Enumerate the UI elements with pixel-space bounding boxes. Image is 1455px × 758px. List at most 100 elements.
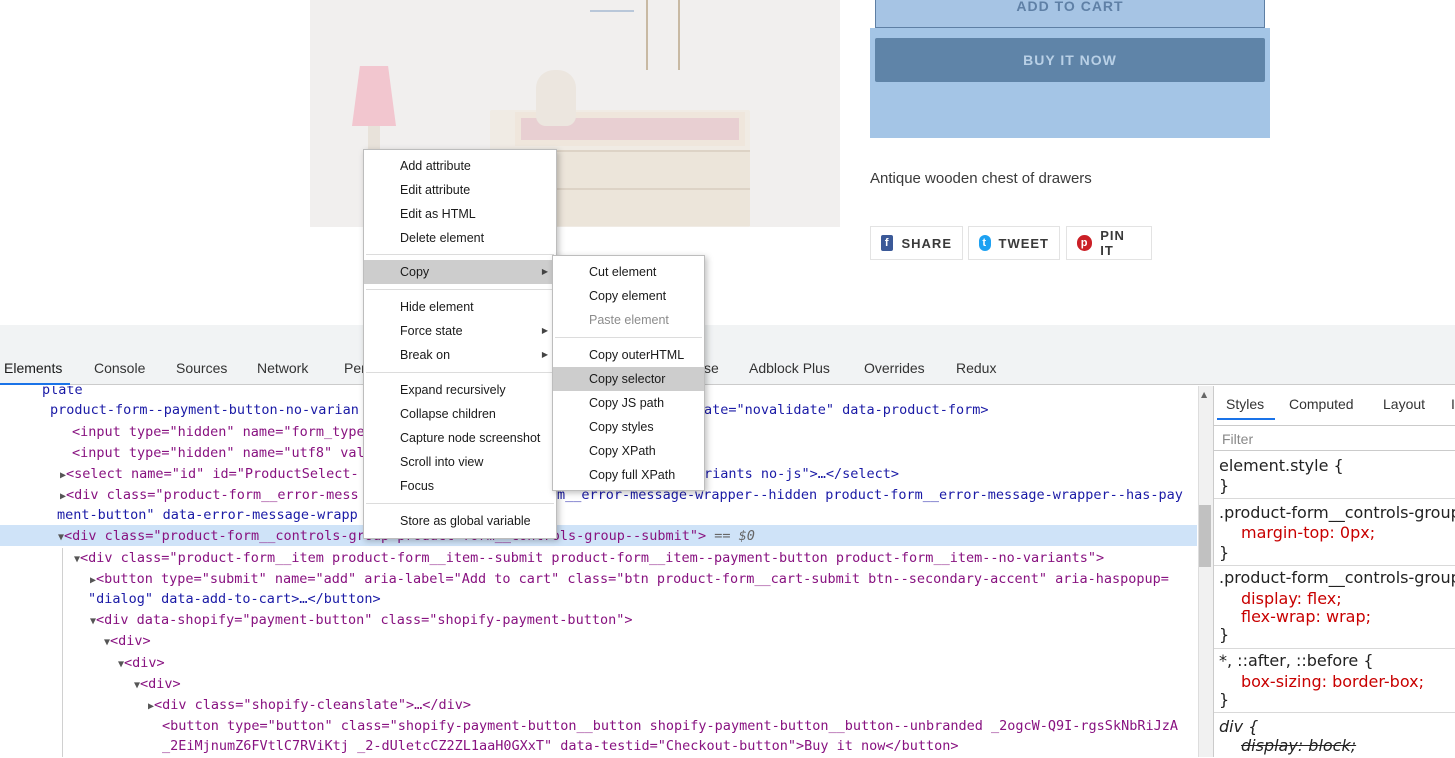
style-property[interactable]: box-sizing: border-box; — [1241, 672, 1424, 692]
dom-line[interactable]: plate — [42, 386, 83, 400]
style-property[interactable]: margin-top: 0px; — [1241, 523, 1375, 543]
dom-line[interactable]: ate="novalidate" data-product-form> — [704, 400, 988, 420]
menu-item-copy-full-xpath[interactable]: Copy full XPath — [553, 463, 704, 487]
menu-item-cut-element[interactable]: Cut element — [553, 260, 704, 284]
dom-line[interactable]: ▶<button type="submit" name="add" aria-l… — [90, 569, 1169, 591]
dom-line[interactable]: riants no-js">…</select> — [704, 464, 899, 484]
menu-item-hide-element[interactable]: Hide element — [364, 295, 556, 319]
menu-separator — [366, 503, 554, 504]
dom-line[interactable]: <input type="hidden" name="form_type — [72, 422, 365, 442]
share-label: SHARE — [901, 235, 952, 251]
menu-item-copy-selector[interactable]: Copy selector — [553, 367, 704, 391]
styles-filter-input[interactable]: Filter — [1214, 425, 1455, 451]
active-side-tab-indicator — [1217, 418, 1275, 420]
rule-divider — [1214, 648, 1455, 649]
dom-line[interactable]: ▶<div class="product-form__error-mess — [60, 485, 359, 507]
style-property-overridden[interactable]: display: block; — [1241, 736, 1356, 756]
buy-now-button[interactable]: BUY IT NOW — [875, 38, 1265, 82]
share-label: PIN IT — [1100, 228, 1125, 258]
style-selector[interactable]: *, ::after, ::before { — [1219, 651, 1374, 671]
menu-item-copy[interactable]: Copy ▶ — [364, 260, 556, 284]
share-pinterest-button[interactable]: p PIN IT — [1066, 226, 1152, 260]
share-twitter-button[interactable]: t TWEET — [968, 226, 1060, 260]
dom-line[interactable]: ▶<select name="id" id="ProductSelect- — [60, 464, 359, 486]
product-image-detail — [646, 0, 680, 70]
menu-item-edit-attribute[interactable]: Edit attribute — [364, 178, 556, 202]
share-label: TWEET — [998, 235, 1049, 251]
menu-item-scroll-into-view[interactable]: Scroll into view — [364, 450, 556, 474]
dom-scrollbar[interactable] — [1198, 386, 1213, 757]
submenu-arrow-icon: ▶ — [541, 350, 548, 359]
menu-item-break-on[interactable]: Break on ▶ — [364, 343, 556, 367]
context-menu: Add attribute Edit attribute Edit as HTM… — [363, 149, 557, 539]
tab-styles[interactable]: Styles — [1226, 396, 1264, 412]
style-brace: } — [1219, 625, 1230, 644]
rule-divider — [1214, 565, 1455, 566]
tab-adblock-plus[interactable]: Adblock Plus — [749, 360, 830, 376]
dom-line[interactable]: ▼<div> — [134, 674, 181, 696]
menu-separator — [366, 254, 554, 255]
dom-line[interactable]: ▼<div class="product-form__item product-… — [74, 548, 1104, 570]
menu-item-store-as-global-variable[interactable]: Store as global variable — [364, 509, 556, 533]
tab-more[interactable]: I — [1451, 396, 1455, 412]
menu-item-copy-styles[interactable]: Copy styles — [553, 415, 704, 439]
dom-line[interactable]: _2EiMjnumZ6FVtlC7RViKtj _2-dUletcCZ2ZL1a… — [162, 736, 959, 756]
menu-separator — [366, 289, 554, 290]
product-image-detail — [536, 70, 576, 126]
menu-item-expand-recursively[interactable]: Expand recursively — [364, 378, 556, 402]
style-brace: } — [1219, 543, 1230, 562]
rule-divider — [1214, 712, 1455, 713]
dom-line[interactable]: <button type="button" class="shopify-pay… — [162, 716, 1178, 736]
menu-item-copy-element[interactable]: Copy element — [553, 284, 704, 308]
tab-sources[interactable]: Sources — [176, 360, 227, 376]
dom-line[interactable]: ▼<div data-shopify="payment-button" clas… — [90, 610, 632, 632]
tab-console[interactable]: Console — [94, 360, 145, 376]
tab-layout[interactable]: Layout — [1383, 396, 1425, 412]
dom-line[interactable]: product-form--payment-button-no-varian — [50, 400, 359, 420]
style-property[interactable]: display: flex; — [1241, 589, 1342, 609]
dom-scroll-thumb[interactable] — [1199, 505, 1211, 567]
menu-item-delete-element[interactable]: Delete element — [364, 226, 556, 250]
style-selector[interactable]: .product-form__controls-group — [1219, 503, 1455, 523]
dom-line[interactable]: ▼<div> — [104, 631, 151, 653]
dom-line[interactable]: ▶<div class="shopify-cleanslate">…</div> — [148, 695, 471, 717]
dom-line[interactable]: "dialog" data-add-to-cart>…</button> — [88, 589, 381, 609]
style-property[interactable]: flex-wrap: wrap; — [1241, 607, 1371, 627]
product-description: Antique wooden chest of drawers — [870, 170, 1092, 187]
devtools-tabbar — [0, 325, 1455, 385]
twitter-icon: t — [979, 235, 991, 251]
menu-item-copy-js-path[interactable]: Copy JS path — [553, 391, 704, 415]
rule-divider — [1214, 498, 1455, 499]
add-to-cart-button[interactable]: ADD TO CART — [875, 0, 1265, 28]
dom-line[interactable]: ment-button" data-error-message-wrapp — [57, 505, 358, 525]
tab-computed[interactable]: Computed — [1289, 396, 1354, 412]
tab-elements[interactable]: Elements — [4, 360, 62, 376]
tree-guide-line — [62, 548, 63, 757]
tab-overrides[interactable]: Overrides — [864, 360, 925, 376]
menu-item-capture-node-screenshot[interactable]: Capture node screenshot — [364, 426, 556, 450]
menu-item-focus[interactable]: Focus — [364, 474, 556, 498]
menu-item-copy-outerhtml[interactable]: Copy outerHTML — [553, 343, 704, 367]
tab-network[interactable]: Network — [257, 360, 308, 376]
share-facebook-button[interactable]: f SHARE — [870, 226, 963, 260]
style-selector[interactable]: element.style { — [1219, 456, 1344, 476]
dom-line[interactable]: <input type="hidden" name="utf8" val — [72, 443, 365, 463]
style-brace: } — [1219, 690, 1230, 709]
menu-separator — [366, 372, 554, 373]
scroll-up-icon[interactable]: ▲ — [1201, 390, 1207, 399]
menu-item-edit-as-html[interactable]: Edit as HTML — [364, 202, 556, 226]
style-selector[interactable]: .product-form__controls-group — [1219, 568, 1455, 588]
submenu-arrow-icon: ▶ — [541, 326, 548, 335]
menu-item-collapse-children[interactable]: Collapse children — [364, 402, 556, 426]
menu-item-copy-xpath[interactable]: Copy XPath — [553, 439, 704, 463]
style-brace: } — [1219, 476, 1230, 495]
dom-line[interactable]: ▼<div> — [118, 653, 165, 675]
product-image-detail — [590, 10, 634, 12]
copy-submenu: Cut element Copy element Paste element C… — [552, 255, 705, 491]
tab-redux[interactable]: Redux — [956, 360, 996, 376]
tab-lighthouse[interactable]: se — [704, 360, 719, 376]
menu-item-force-state[interactable]: Force state ▶ — [364, 319, 556, 343]
style-selector[interactable]: div { — [1219, 717, 1258, 737]
menu-item-add-attribute[interactable]: Add attribute — [364, 154, 556, 178]
pinterest-icon: p — [1077, 235, 1093, 251]
